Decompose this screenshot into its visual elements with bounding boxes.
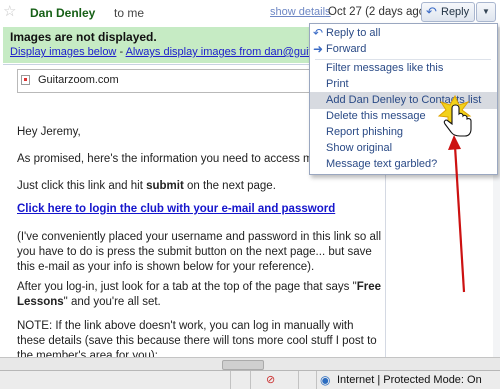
annotation-overlay (437, 94, 472, 293)
status-divider (316, 371, 317, 389)
red-annotation-arrow (448, 135, 466, 293)
security-zone-text: Internet | Protected Mode: On (337, 374, 482, 386)
scrollbar-grip[interactable] (222, 360, 264, 370)
horizontal-scrollbar[interactable] (0, 357, 500, 371)
popup-blocker-icon[interactable]: ⊘ (266, 373, 275, 386)
status-divider (298, 371, 299, 389)
status-divider (230, 371, 231, 389)
status-divider (250, 371, 251, 389)
status-bar: ⊘ ◉ Internet | Protected Mode: On (0, 370, 500, 389)
globe-icon: ◉ (320, 373, 331, 387)
